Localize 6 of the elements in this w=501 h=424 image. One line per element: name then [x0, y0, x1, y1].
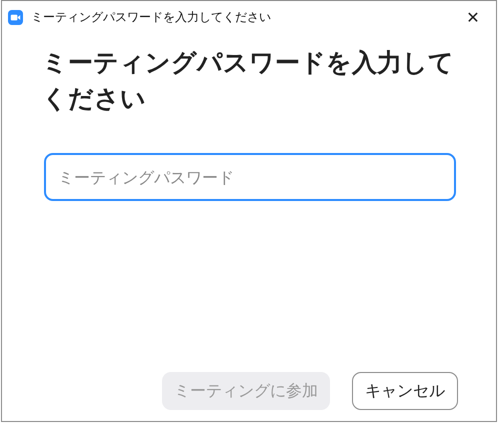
dialog-heading: ミーティングパスワードを入力してください — [42, 47, 455, 115]
password-field[interactable]: ミーティングパスワード — [44, 153, 456, 201]
cancel-button[interactable]: キャンセル — [352, 372, 458, 410]
video-camera-icon — [8, 10, 23, 24]
close-button[interactable]: ✕ — [450, 1, 496, 33]
window-title: ミーティングパスワードを入力してください — [31, 8, 272, 26]
